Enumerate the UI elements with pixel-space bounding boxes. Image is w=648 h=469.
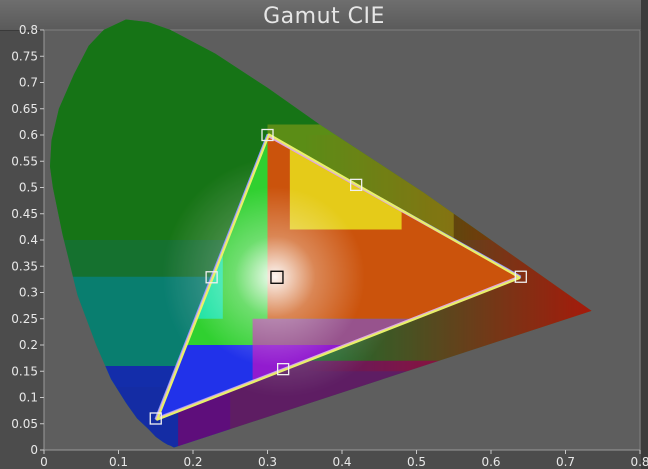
cie-chart: 0 0.1 0.2 0.3 0.4 0.5 0.6 0.7 0.8 0 0.05 0.1 0.15 0.2…	[11, 19, 648, 469]
y-tick-label: 0.25	[11, 312, 38, 326]
x-tick-label: 0.8	[630, 455, 648, 469]
y-tick-label: 0.5	[19, 181, 38, 195]
x-tick-label: 0	[40, 455, 48, 469]
y-tick-label: 0	[30, 443, 38, 457]
y-tick-label: 0.55	[11, 154, 38, 168]
x-tick-label: 0.1	[109, 455, 128, 469]
y-tick-label: 0.7	[19, 76, 38, 90]
y-tick-label: 0.75	[11, 49, 38, 63]
y-tick-label: 0.6	[19, 128, 38, 142]
y-tick-label: 0.1	[19, 391, 38, 405]
x-tick-label: 0.7	[556, 455, 575, 469]
x-tick-label: 0.6	[481, 455, 500, 469]
x-tick-label: 0.5	[407, 455, 426, 469]
y-tick-label: 0.45	[11, 207, 38, 221]
x-tick-label: 0.2	[183, 455, 202, 469]
y-tick-label: 0.8	[19, 23, 38, 37]
y-tick-label: 0.65	[11, 102, 38, 116]
y-tick-label: 0.2	[19, 338, 38, 352]
y-tick-label: 0.05	[11, 417, 38, 431]
x-tick-label: 0.4	[332, 455, 351, 469]
y-tick-label: 0.15	[11, 364, 38, 378]
y-tick-label: 0.35	[11, 259, 38, 273]
y-tick-label: 0.3	[19, 286, 38, 300]
y-tick-label: 0.4	[19, 233, 38, 247]
x-tick-label: 0.3	[258, 455, 277, 469]
